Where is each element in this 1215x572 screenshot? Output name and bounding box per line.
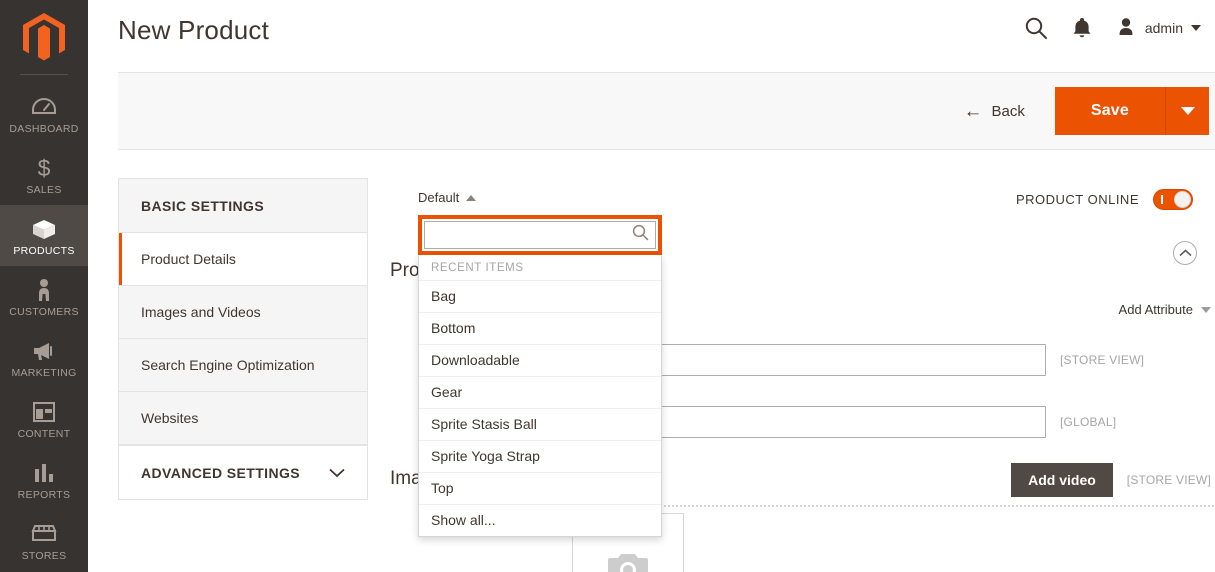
panel-advanced-label: ADVANCED SETTINGS [141, 465, 300, 481]
caret-down-icon [1201, 307, 1211, 313]
panel-item-label: Images and Videos [141, 304, 261, 320]
panel-item-product-details[interactable]: Product Details [119, 233, 367, 286]
product-sku-field[interactable] [656, 406, 1046, 438]
store-view-label: Default [418, 190, 459, 205]
dollar-icon: $ [2, 155, 86, 181]
add-video-row: Add video [STORE VIEW] [1011, 463, 1211, 497]
sidebar-item-products[interactable]: PRODUCTS [0, 205, 88, 266]
caret-down-icon [1181, 107, 1195, 115]
panel-advanced-settings-header[interactable]: ADVANCED SETTINGS [119, 445, 367, 499]
sidebar-label: CUSTOMERS [2, 306, 86, 318]
store-switcher-item[interactable]: Sprite Stasis Ball [419, 409, 661, 441]
panel-item-images-and-videos[interactable]: Images and Videos [119, 286, 367, 339]
page-actions-toolbar: ← Back Save [118, 72, 1215, 150]
dashboard-icon [2, 94, 86, 120]
person-icon [2, 277, 86, 303]
sidebar-item-marketing[interactable]: MARKETING [0, 327, 88, 388]
sidebar-label: PRODUCTS [2, 245, 86, 257]
add-attribute-label: Add Attribute [1119, 302, 1193, 317]
back-button[interactable]: ← Back [963, 102, 1024, 121]
save-button[interactable]: Save [1055, 87, 1165, 135]
box-icon [2, 216, 86, 242]
store-switcher-item[interactable]: Downloadable [419, 345, 661, 377]
sidebar-item-sales[interactable]: $ SALES [0, 144, 88, 205]
sidebar-label: CONTENT [2, 428, 86, 440]
field-scope-label: [GLOBAL] [1060, 415, 1116, 429]
add-attribute-button[interactable]: Add Attribute [1119, 302, 1211, 317]
panel-item-label: Search Engine Optimization [141, 357, 315, 373]
admin-user-menu[interactable]: admin [1115, 16, 1201, 41]
bell-icon[interactable] [1071, 16, 1093, 40]
search-icon[interactable] [1023, 15, 1049, 41]
save-button-group: Save [1055, 87, 1209, 135]
magento-admin-page: DASHBOARD $ SALES PRODUCTS CUSTOMERS MAR… [0, 0, 1215, 572]
store-switcher-search-frame [418, 215, 662, 255]
panel-item-search-engine-optimization[interactable]: Search Engine Optimization [119, 339, 367, 392]
admin-user-name: admin [1145, 20, 1183, 36]
page-header: New Product admin [88, 0, 1215, 72]
header-actions: admin [1023, 8, 1201, 48]
panel-item-label: Product Details [141, 251, 236, 267]
add-video-button[interactable]: Add video [1011, 463, 1113, 497]
sidebar-item-content[interactable]: CONTENT [0, 388, 88, 449]
sidebar-label: MARKETING [2, 367, 86, 379]
page-title: New Product [118, 15, 269, 46]
back-button-label: Back [991, 103, 1024, 120]
panel-basic-settings-header[interactable]: BASIC SETTINGS [119, 179, 367, 233]
chevron-down-icon [1191, 25, 1201, 31]
chevron-down-icon [329, 467, 345, 480]
product-settings-panel: BASIC SETTINGS Product Details Images an… [118, 178, 368, 500]
arrow-left-icon: ← [963, 102, 982, 121]
user-avatar-icon [1115, 16, 1137, 41]
sidebar-item-stores[interactable]: STORES [0, 510, 88, 571]
panel-item-label: Websites [141, 410, 198, 426]
svg-text:$: $ [38, 155, 51, 181]
store-switcher-item[interactable]: Bottom [419, 313, 661, 345]
product-online-toggle[interactable] [1153, 189, 1193, 210]
search-icon[interactable] [632, 224, 649, 246]
store-switcher-item[interactable]: Bag [419, 281, 661, 313]
layout-icon [2, 399, 86, 425]
sidebar-item-dashboard[interactable]: DASHBOARD [0, 83, 88, 144]
caret-up-icon [466, 195, 476, 201]
product-sku-row: [GLOBAL] [656, 406, 1116, 438]
save-options-button[interactable] [1165, 87, 1209, 135]
field-scope-label: [STORE VIEW] [1060, 353, 1144, 367]
product-online-control: PRODUCT ONLINE [1016, 189, 1193, 210]
storefront-icon [2, 521, 86, 547]
sidebar-item-reports[interactable]: REPORTS [0, 449, 88, 510]
store-switcher-list: RECENT ITEMS Bag Bottom Downloadable Gea… [418, 255, 662, 537]
add-video-scope-label: [STORE VIEW] [1127, 473, 1211, 487]
store-switcher-popup: RECENT ITEMS Bag Bottom Downloadable Gea… [418, 215, 662, 537]
sidebar-divider [20, 74, 68, 75]
chevron-up-circle-icon[interactable] [1173, 241, 1197, 265]
magento-logo-icon[interactable] [0, 0, 88, 74]
sidebar-label: REPORTS [2, 489, 86, 501]
sidebar-label: SALES [2, 184, 86, 196]
store-switcher-show-all-item[interactable]: Show all... [419, 505, 661, 536]
toggle-on-mark [1161, 195, 1163, 204]
megaphone-icon [2, 338, 86, 364]
sidebar-label: DASHBOARD [2, 123, 86, 135]
store-switcher-item[interactable]: Sprite Yoga Strap [419, 441, 661, 473]
panel-item-websites[interactable]: Websites [119, 392, 367, 445]
store-view-switcher[interactable]: Default [418, 190, 476, 205]
bar-chart-icon [2, 460, 86, 486]
product-name-row: [STORE VIEW] [656, 344, 1144, 376]
toggle-knob [1174, 191, 1191, 208]
store-switcher-search-input[interactable] [433, 222, 632, 248]
store-switcher-item[interactable]: Top [419, 473, 661, 505]
admin-sidebar: DASHBOARD $ SALES PRODUCTS CUSTOMERS MAR… [0, 0, 88, 572]
store-switcher-item[interactable]: Gear [419, 377, 661, 409]
product-online-label: PRODUCT ONLINE [1016, 192, 1139, 207]
recent-items-group-label: RECENT ITEMS [419, 255, 661, 281]
sidebar-label: STORES [2, 550, 86, 562]
product-name-field[interactable] [656, 344, 1046, 376]
sidebar-item-customers[interactable]: CUSTOMERS [0, 266, 88, 327]
camera-icon [606, 549, 650, 572]
